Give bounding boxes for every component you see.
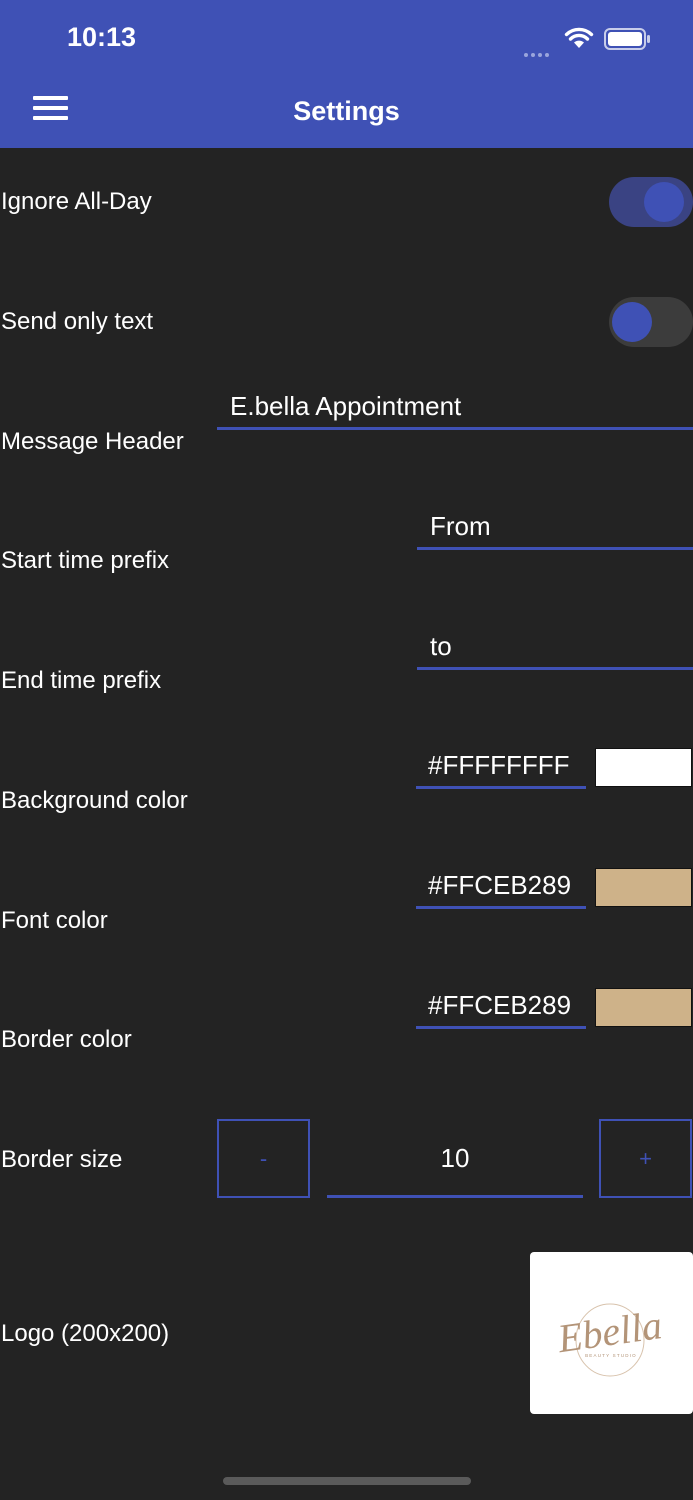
toggle-knob [612, 302, 652, 342]
start-time-prefix-input[interactable]: From [417, 506, 693, 550]
cellular-signal-icon [524, 44, 552, 62]
ebella-logo: Ebella BEAUTY STUDIO [554, 1302, 665, 1377]
logo-label: Logo (200x200) [1, 1320, 170, 1347]
send-only-text-toggle[interactable] [609, 297, 693, 347]
start-time-prefix-label: Start time prefix [1, 547, 170, 574]
ignore-all-day-toggle[interactable] [609, 177, 693, 227]
logo-image-picker[interactable]: Ebella BEAUTY STUDIO [530, 1252, 693, 1414]
message-header-label: Message Header [1, 428, 184, 455]
page-title: Settings [293, 96, 400, 126]
border-color-label: Border color [1, 1026, 132, 1053]
font-color-label: Font color [1, 907, 108, 934]
battery-icon [604, 28, 650, 55]
border-size-decrement-button[interactable]: - [217, 1119, 310, 1198]
message-header-input[interactable]: E.bella Appointment [217, 386, 693, 430]
end-time-prefix-input[interactable]: to [417, 626, 693, 670]
border-color-input[interactable]: #FFCEB289 [416, 985, 586, 1029]
border-size-input[interactable]: 10 [327, 1119, 583, 1198]
end-time-prefix-label: End time prefix [1, 667, 162, 694]
app-bar: 10:13 Settings [0, 0, 693, 148]
border-color-swatch[interactable] [595, 988, 692, 1027]
status-clock: 10:13 [67, 22, 137, 52]
home-indicator [223, 1477, 471, 1485]
svg-text:BEAUTY STUDIO: BEAUTY STUDIO [585, 1353, 637, 1358]
border-size-increment-button[interactable]: + [599, 1119, 692, 1198]
background-color-label: Background color [1, 787, 188, 814]
border-size-label: Border size [1, 1146, 123, 1173]
send-only-text-label: Send only text [1, 308, 154, 335]
font-color-swatch[interactable] [595, 868, 692, 907]
ignore-all-day-label: Ignore All-Day [1, 188, 152, 215]
background-color-swatch[interactable] [595, 748, 692, 787]
wifi-icon [564, 27, 594, 54]
font-color-input[interactable]: #FFCEB289 [416, 865, 586, 909]
background-color-input[interactable]: #FFFFFFFF [416, 745, 586, 789]
toggle-knob [644, 182, 684, 222]
